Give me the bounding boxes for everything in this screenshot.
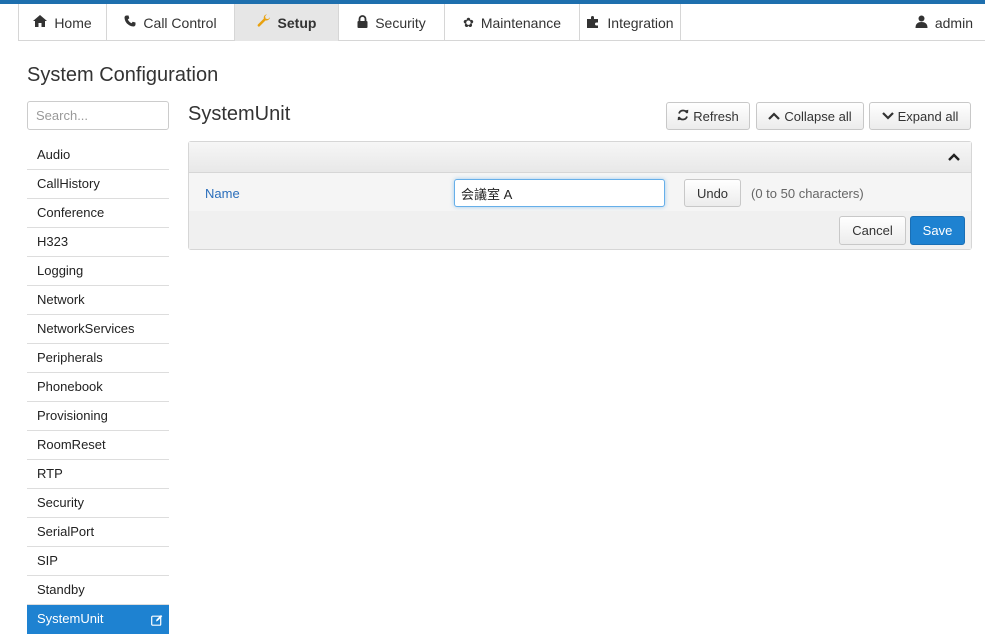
phone-icon	[124, 15, 136, 30]
sidebar-item-networkservices[interactable]: NetworkServices	[27, 315, 169, 344]
collapse-all-label: Collapse all	[784, 108, 852, 124]
sidebar-item-label: SystemUnit	[37, 611, 104, 626]
refresh-button[interactable]: Refresh	[666, 102, 750, 130]
undo-button[interactable]: Undo	[684, 179, 741, 207]
page-title: System Configuration	[27, 64, 219, 86]
user-menu[interactable]: admin	[915, 4, 973, 41]
nav-divider	[680, 4, 681, 41]
wrench-icon	[257, 14, 271, 31]
panel-header[interactable]	[189, 142, 971, 173]
tab-setup[interactable]: Setup	[234, 4, 338, 41]
name-field[interactable]	[454, 179, 665, 207]
sidebar-item-network[interactable]: Network	[27, 286, 169, 315]
tab-integration-label: Integration	[607, 14, 674, 31]
section-title: SystemUnit	[188, 103, 291, 125]
undo-button-label: Undo	[696, 185, 729, 201]
panel-action-bar: Cancel Save	[189, 211, 971, 249]
tab-maintenance[interactable]: ✿ Maintenance	[444, 4, 579, 41]
sidebar-item-standby[interactable]: Standby	[27, 576, 169, 605]
sidebar-item-provisioning[interactable]: Provisioning	[27, 402, 169, 431]
puzzle-icon	[586, 14, 600, 31]
tab-maintenance-label: Maintenance	[480, 14, 562, 31]
search-input[interactable]	[27, 101, 169, 130]
lock-icon	[357, 14, 368, 31]
save-button-label: Save	[922, 223, 953, 238]
chevron-up-icon[interactable]	[948, 149, 960, 164]
tab-setup-label: Setup	[277, 14, 317, 31]
tab-integration[interactable]: Integration	[579, 4, 680, 41]
sidebar-item-serialport[interactable]: SerialPort	[27, 518, 169, 547]
save-button[interactable]: Save	[910, 216, 965, 245]
user-icon	[915, 15, 928, 31]
sidebar-item-peripherals[interactable]: Peripherals	[27, 344, 169, 373]
cancel-button-label: Cancel	[852, 223, 893, 238]
chevron-up-icon	[768, 109, 781, 123]
sidebar-item-audio[interactable]: Audio	[27, 141, 169, 170]
gear-icon: ✿	[462, 14, 474, 30]
tab-home-label: Home	[54, 14, 92, 31]
tab-security[interactable]: Security	[338, 4, 444, 41]
sidebar-item-phonebook[interactable]: Phonebook	[27, 373, 169, 402]
tab-call-control[interactable]: Call Control	[106, 4, 234, 41]
user-name: admin	[934, 14, 973, 31]
refresh-icon	[677, 109, 689, 124]
sidebar-item-sip[interactable]: SIP	[27, 547, 169, 576]
refresh-button-label: Refresh	[693, 108, 739, 124]
edit-icon	[151, 605, 163, 633]
home-icon	[33, 15, 48, 30]
tab-call-control-label: Call Control	[143, 14, 217, 31]
tab-security-label: Security	[375, 14, 426, 31]
name-setting-label: Name	[205, 186, 240, 201]
cancel-button[interactable]: Cancel	[839, 216, 906, 245]
sidebar-item-security[interactable]: Security	[27, 489, 169, 518]
sidebar-item-systemunit[interactable]: SystemUnit	[27, 605, 169, 634]
sidebar-item-conference[interactable]: Conference	[27, 199, 169, 228]
sidebar-list: Audio CallHistory Conference H323 Loggin…	[27, 141, 169, 634]
sidebar-item-h323[interactable]: H323	[27, 228, 169, 257]
chevron-down-icon	[881, 109, 894, 123]
expand-all-button[interactable]: Expand all	[869, 102, 971, 130]
settings-panel: Name Undo (0 to 50 characters) Cancel Sa…	[188, 141, 972, 250]
sidebar-item-rtp[interactable]: RTP	[27, 460, 169, 489]
tab-home[interactable]: Home	[18, 4, 106, 41]
collapse-all-button[interactable]: Collapse all	[756, 102, 864, 130]
sidebar-item-roomreset[interactable]: RoomReset	[27, 431, 169, 460]
sidebar-item-logging[interactable]: Logging	[27, 257, 169, 286]
name-hint: (0 to 50 characters)	[751, 186, 864, 201]
sidebar-item-callhistory[interactable]: CallHistory	[27, 170, 169, 199]
top-navigation: Home Call Control Setup Security ✿ Maint…	[18, 4, 985, 41]
expand-all-label: Expand all	[897, 108, 959, 124]
